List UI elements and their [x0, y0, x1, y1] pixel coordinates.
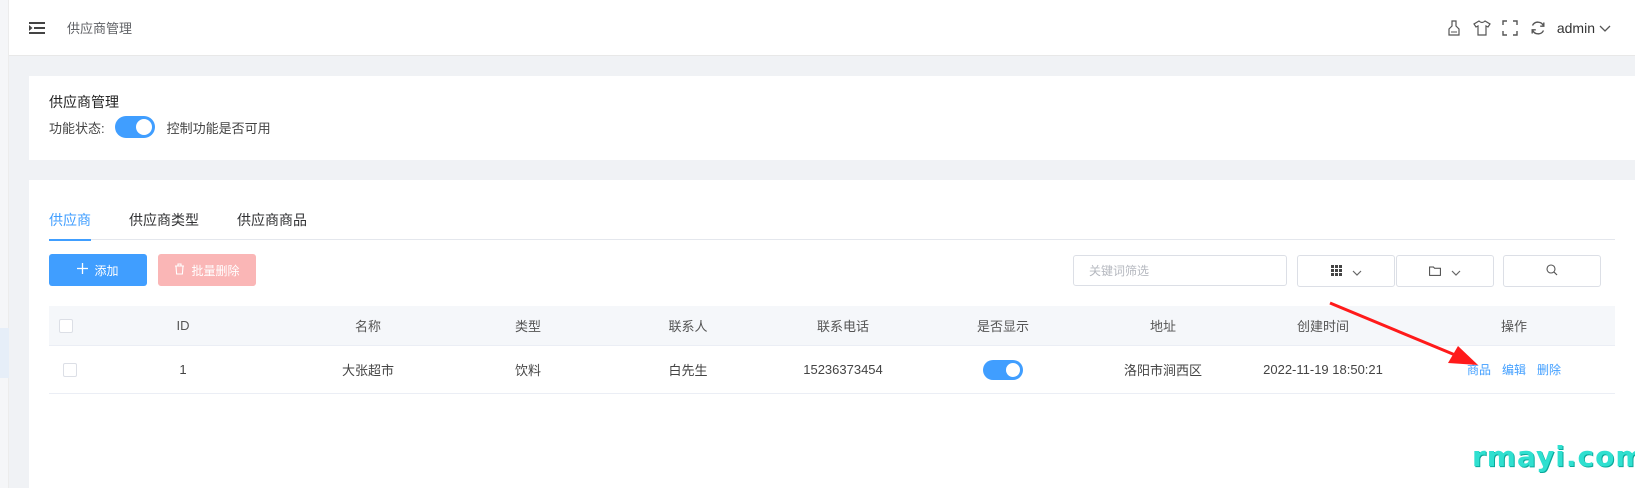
column-header-visible: 是否显示 — [976, 319, 1029, 334]
edit-link[interactable]: 编辑 — [1502, 361, 1526, 378]
status-label: 功能状态: — [49, 120, 105, 136]
goods-link[interactable]: 商品 — [1467, 361, 1491, 378]
sidebar-active-item[interactable] — [0, 328, 9, 378]
watermark-text: rmayi.com — [1472, 440, 1635, 473]
visible-switch[interactable] — [983, 359, 1023, 380]
batch-delete-button[interactable]: 批量删除 — [158, 254, 256, 286]
cell-contact: 白先生 — [668, 363, 708, 378]
cell-name: 大张超市 — [341, 363, 394, 378]
column-header-name: 名称 — [354, 319, 381, 334]
chevron-down-icon — [1599, 20, 1611, 36]
select-all-checkbox[interactable] — [59, 318, 73, 333]
top-header: 供应商管理 admin — [9, 0, 1635, 56]
row-actions: 商品 编辑 删除 — [1413, 361, 1615, 378]
search-icon — [1546, 263, 1558, 279]
clear-cache-icon[interactable] — [1445, 19, 1463, 37]
supplier-table: ID 名称 类型 联系人 联系电话 是否显示 地址 创建时间 操作 1 大张超市… — [49, 306, 1615, 394]
chevron-down-icon — [1451, 264, 1461, 279]
header-title: 供应商管理 — [67, 21, 133, 36]
column-header-created: 创建时间 — [1296, 319, 1349, 334]
cell-phone: 15236373454 — [803, 362, 883, 377]
menu-fold-icon[interactable] — [29, 21, 47, 35]
skin-icon[interactable] — [1473, 19, 1491, 37]
search-button[interactable] — [1503, 255, 1601, 287]
fullscreen-icon[interactable] — [1501, 19, 1519, 37]
tab-supplier-goods[interactable]: 供应商商品 — [237, 200, 307, 240]
table-header: ID 名称 类型 联系人 联系电话 是否显示 地址 创建时间 操作 — [49, 306, 1615, 346]
grid-icon — [1330, 264, 1342, 279]
chevron-down-icon — [1352, 264, 1362, 279]
add-button-label: 添加 — [94, 263, 119, 278]
delete-link[interactable]: 删除 — [1537, 361, 1561, 378]
feature-status-switch[interactable] — [114, 116, 155, 138]
column-header-actions: 操作 — [1500, 319, 1527, 334]
export-button[interactable] — [1396, 255, 1494, 287]
trash-icon — [174, 262, 185, 278]
tab-supplier[interactable]: 供应商 — [49, 200, 91, 241]
plus-icon — [77, 263, 89, 277]
cell-created: 2022-11-19 18:50:21 — [1263, 362, 1383, 377]
user-name: admin — [1556, 19, 1595, 36]
cell-id: 1 — [179, 362, 187, 377]
tab-supplier-type[interactable]: 供应商类型 — [129, 200, 199, 240]
column-header-type: 类型 — [514, 319, 541, 334]
supplier-panel: 供应商 供应商类型 供应商商品 添加 批量删除 关键词筛选 ID 名称 类型 联… — [29, 180, 1635, 488]
folder-icon — [1429, 264, 1441, 279]
status-description: 控制功能是否可用 — [166, 120, 271, 136]
panel-title: 供应商管理 — [49, 94, 119, 110]
feature-panel: 供应商管理 功能状态: 控制功能是否可用 — [29, 76, 1635, 160]
column-header-address: 地址 — [1149, 319, 1176, 334]
user-menu[interactable]: admin — [1557, 20, 1611, 36]
sidebar-collapsed — [0, 0, 9, 488]
keyword-filter-input[interactable] — [1073, 255, 1287, 286]
table-row: 1 大张超市 饮料 白先生 15236373454 洛阳市涧西区 2022-11… — [49, 346, 1615, 394]
row-checkbox[interactable] — [63, 362, 77, 377]
cell-type: 饮料 — [514, 363, 541, 378]
add-button[interactable]: 添加 — [49, 254, 147, 286]
refresh-icon[interactable] — [1529, 19, 1547, 37]
tab-bar: 供应商 供应商类型 供应商商品 — [49, 200, 1615, 241]
cell-address: 洛阳市涧西区 — [1123, 363, 1202, 378]
column-header-contact: 联系人 — [668, 319, 708, 334]
batch-delete-label: 批量删除 — [191, 263, 240, 278]
columns-toggle-button[interactable] — [1297, 255, 1395, 287]
column-header-id: ID — [176, 318, 190, 333]
status-row: 功能状态: 控制功能是否可用 — [49, 116, 271, 138]
column-header-phone: 联系电话 — [816, 319, 869, 334]
